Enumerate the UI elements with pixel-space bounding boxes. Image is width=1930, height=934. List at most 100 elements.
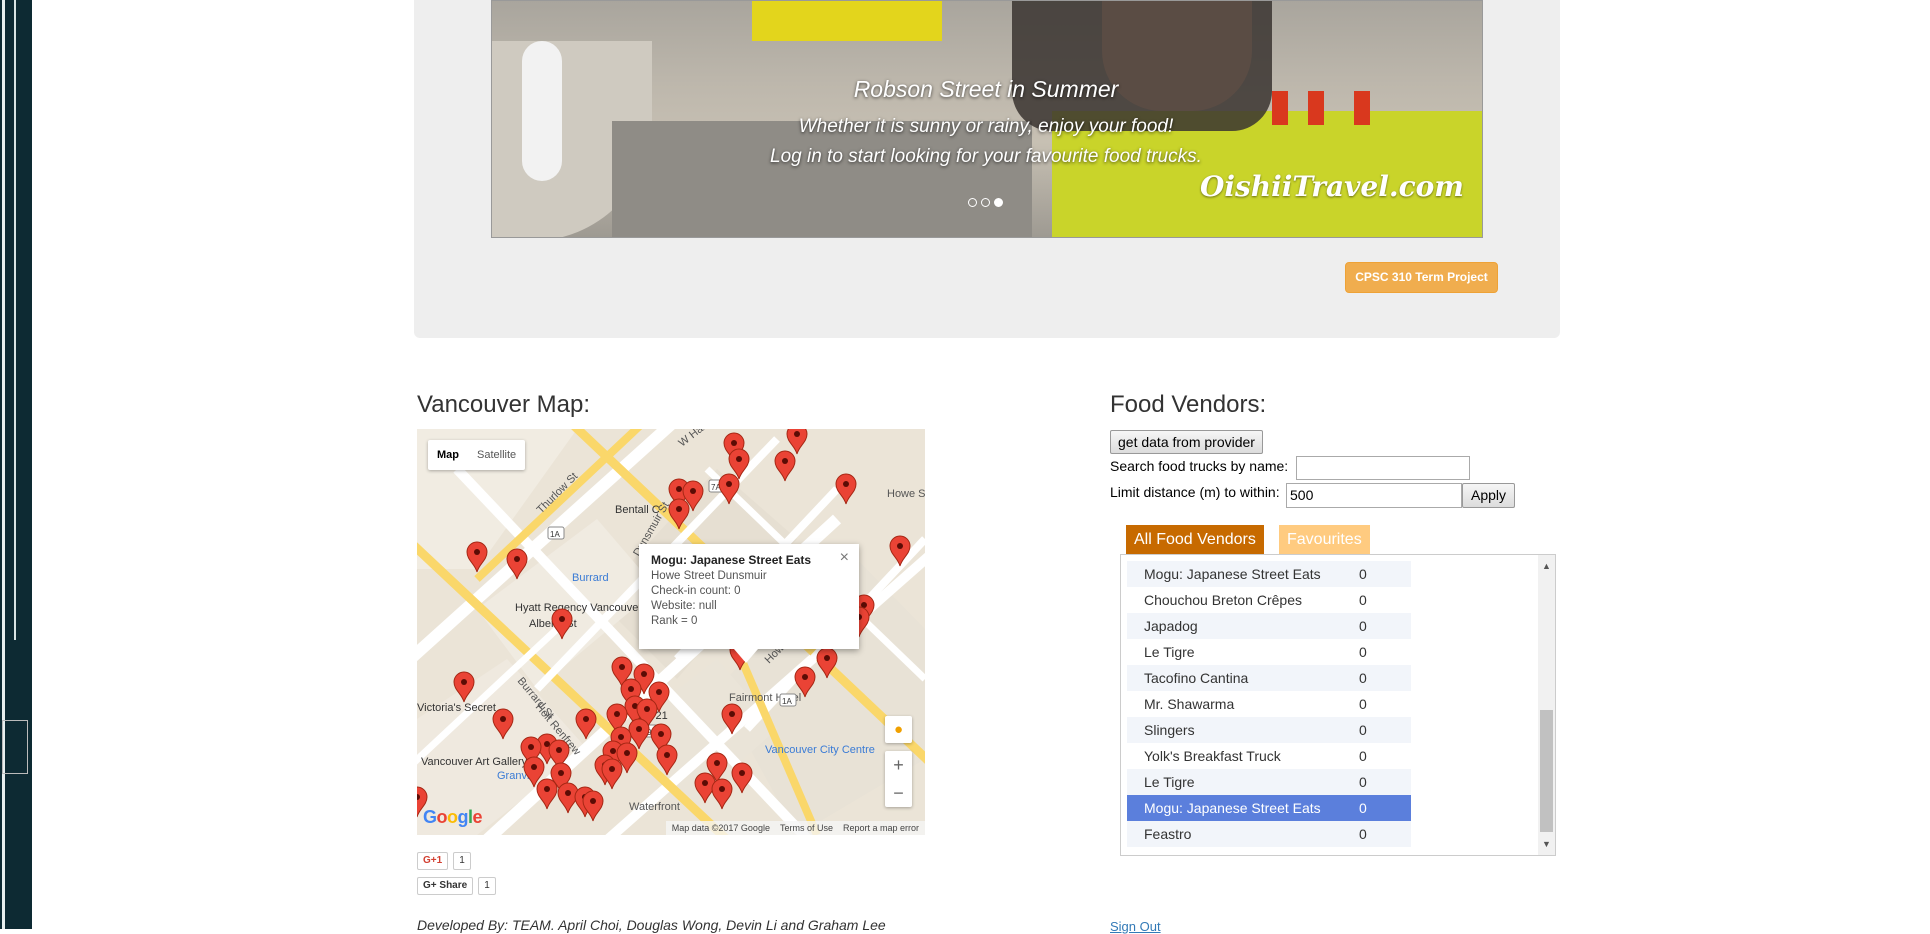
scroll-thumb[interactable] [1540, 710, 1553, 832]
route-badge: 1A [782, 697, 792, 706]
map-type-satellite-button[interactable]: Satellite [468, 440, 525, 470]
share-button[interactable]: G+ Share [417, 877, 474, 895]
vendor-row[interactable]: Slingers 0 [1127, 717, 1411, 743]
vendor-row[interactable]: Japadog 0 [1127, 613, 1411, 639]
vendor-marker-icon[interactable] [575, 708, 597, 740]
gplus-widget[interactable]: G+1 1 [417, 852, 471, 870]
vendor-name: Mr. Shawarma [1144, 696, 1235, 712]
scroll-up-icon[interactable]: ▲ [1542, 561, 1551, 571]
developer-credits: Developed By: TEAM. April Choi, Douglas … [417, 917, 886, 933]
vendor-name: Chouchou Breton Crêpes [1144, 592, 1302, 608]
vendor-list[interactable]: Feastro 0 Mogu: Japanese Street Eats 0 Le Ti… [1120, 554, 1556, 856]
zoom-control[interactable]: + − [885, 751, 912, 807]
zoom-out-button[interactable]: − [885, 779, 912, 807]
map-label: Howe St [887, 488, 925, 500]
street-view-pegman-icon[interactable]: ● [885, 716, 912, 743]
map-type-control[interactable]: Map Satellite [428, 440, 526, 470]
vendor-row[interactable]: Mogu: Japanese Street Eats 0 [1127, 795, 1411, 821]
vendor-checkin-count: 0 [1359, 696, 1367, 712]
banner-watermark: OishiiTravel.com [1200, 170, 1464, 203]
gplus-count: 1 [453, 852, 471, 870]
vendor-name: Slingers [1144, 722, 1195, 738]
gplus-button[interactable]: G+1 [417, 852, 449, 870]
map-heading: Vancouver Map: [417, 391, 590, 418]
carousel-dot-active[interactable] [994, 198, 1003, 207]
vendor-name: Feastro [1144, 826, 1192, 842]
carousel-caption-title: Robson Street in Summer [853, 76, 1119, 102]
carousel-dot[interactable] [981, 198, 990, 207]
map-label: Hyatt Regency Vancouver [515, 602, 642, 614]
vendor-checkin-count: 0 [1359, 644, 1367, 660]
vendor-checkin-count: 0 [1359, 618, 1367, 634]
vendor-marker-icon[interactable] [835, 473, 857, 505]
background-edge [0, 0, 32, 929]
tab-favourites[interactable]: Favourites [1279, 525, 1370, 554]
google-logo: Google [423, 807, 483, 827]
vendor-checkin-count: 0 [1359, 748, 1367, 764]
vendor-name: Japadog [1144, 618, 1198, 634]
vendor-row[interactable]: Tacofino Cantina 0 [1127, 665, 1411, 691]
info-website: Website: null [651, 600, 717, 612]
apply-button[interactable]: Apply [1462, 483, 1515, 508]
term-project-button[interactable]: CPSC 310 Term Project [1345, 262, 1498, 293]
search-input[interactable] [1296, 456, 1470, 480]
sign-out-link[interactable]: Sign Out [1110, 919, 1161, 934]
vendor-row[interactable]: Le Tigre 0 [1127, 769, 1411, 795]
vendor-checkin-count: 0 [1359, 774, 1367, 790]
vendor-checkin-count: 0 [1359, 826, 1367, 842]
vendor-row[interactable]: Mr. Shawarma 0 [1127, 691, 1411, 717]
vendor-name: Tacofino Cantina [1144, 670, 1249, 686]
zoom-in-button[interactable]: + [885, 751, 912, 779]
vendor-list-scrollbar[interactable]: ▲ ▼ [1538, 555, 1555, 855]
info-checkin: Check-in count: 0 [651, 585, 741, 597]
vendor-row[interactable]: Le Tigre 0 [1127, 639, 1411, 665]
carousel-dot[interactable] [968, 198, 977, 207]
map-label: Victoria's Secret [417, 702, 496, 714]
edge-line [2, 0, 5, 929]
vendor-checkin-count: 0 [1359, 722, 1367, 738]
carousel-caption-line: Whether it is sunny or rainy, enjoy your… [798, 116, 1174, 137]
vendor-name: Mogu: Japanese Street Eats [1144, 800, 1321, 816]
share-widget[interactable]: G+ Share 1 [417, 877, 496, 895]
vendor-row[interactable]: Feastro 0 [1127, 821, 1411, 847]
close-icon[interactable]: × [840, 549, 849, 567]
marker-info-window: × Mogu: Japanese Street Eats Howe Street… [639, 544, 859, 663]
map-label: Vancouver Art Gallery [421, 756, 528, 768]
info-title: Mogu: Japanese Street Eats [651, 553, 812, 567]
edge-box [2, 720, 28, 774]
vendor-checkin-count: 0 [1359, 592, 1367, 608]
scroll-down-icon[interactable]: ▼ [1542, 839, 1551, 849]
vendor-checkin-count: 0 [1359, 800, 1367, 816]
tab-all-food-vendors[interactable]: All Food Vendors [1126, 525, 1264, 554]
vendors-heading: Food Vendors: [1110, 391, 1267, 418]
share-count: 1 [478, 877, 496, 895]
vendor-marker-icon[interactable] [731, 762, 753, 794]
map-label: Vancouver City Centre [765, 744, 875, 756]
info-rank: Rank = 0 [651, 615, 698, 627]
vendor-row[interactable]: Yolk's Breakfast Truck 0 [1127, 743, 1411, 769]
vancouver-map[interactable]: W Hastings StThurlow StBentall CBurrardH… [417, 429, 925, 835]
report-map-error-link[interactable]: Report a map error [843, 821, 919, 835]
map-type-map-button[interactable]: Map [428, 440, 468, 470]
edge-line [14, 0, 16, 640]
vendor-marker-icon[interactable] [711, 778, 733, 810]
distance-label: Limit distance (m) to within: [1110, 484, 1280, 500]
vendor-row[interactable]: Mogu: Japanese Street Eats 0 [1127, 561, 1411, 587]
vendor-marker-icon[interactable] [774, 450, 796, 482]
carousel-indicators[interactable] [968, 194, 1007, 212]
vendor-marker-icon[interactable] [536, 778, 558, 810]
map-label: Burrard [572, 572, 609, 584]
vendor-marker-icon[interactable] [786, 429, 808, 455]
search-label: Search food trucks by name: [1110, 458, 1289, 474]
map-data-credit: Map data ©2017 Google [671, 823, 770, 833]
vendor-checkin-count: 0 [1359, 670, 1367, 686]
distance-input[interactable]: 500 [1286, 483, 1462, 508]
map-label: Waterfront [629, 801, 680, 813]
get-data-button[interactable]: get data from provider [1110, 430, 1263, 454]
vendor-row[interactable]: Chouchou Breton Crêpes 0 [1127, 587, 1411, 613]
vendor-name: Le Tigre [1144, 774, 1195, 790]
terms-of-use-link[interactable]: Terms of Use [780, 821, 833, 835]
vendor-marker-icon[interactable] [582, 790, 604, 822]
info-address: Howe Street Dunsmuir [651, 570, 767, 582]
vendor-name: Mogu: Japanese Street Eats [1144, 566, 1321, 582]
